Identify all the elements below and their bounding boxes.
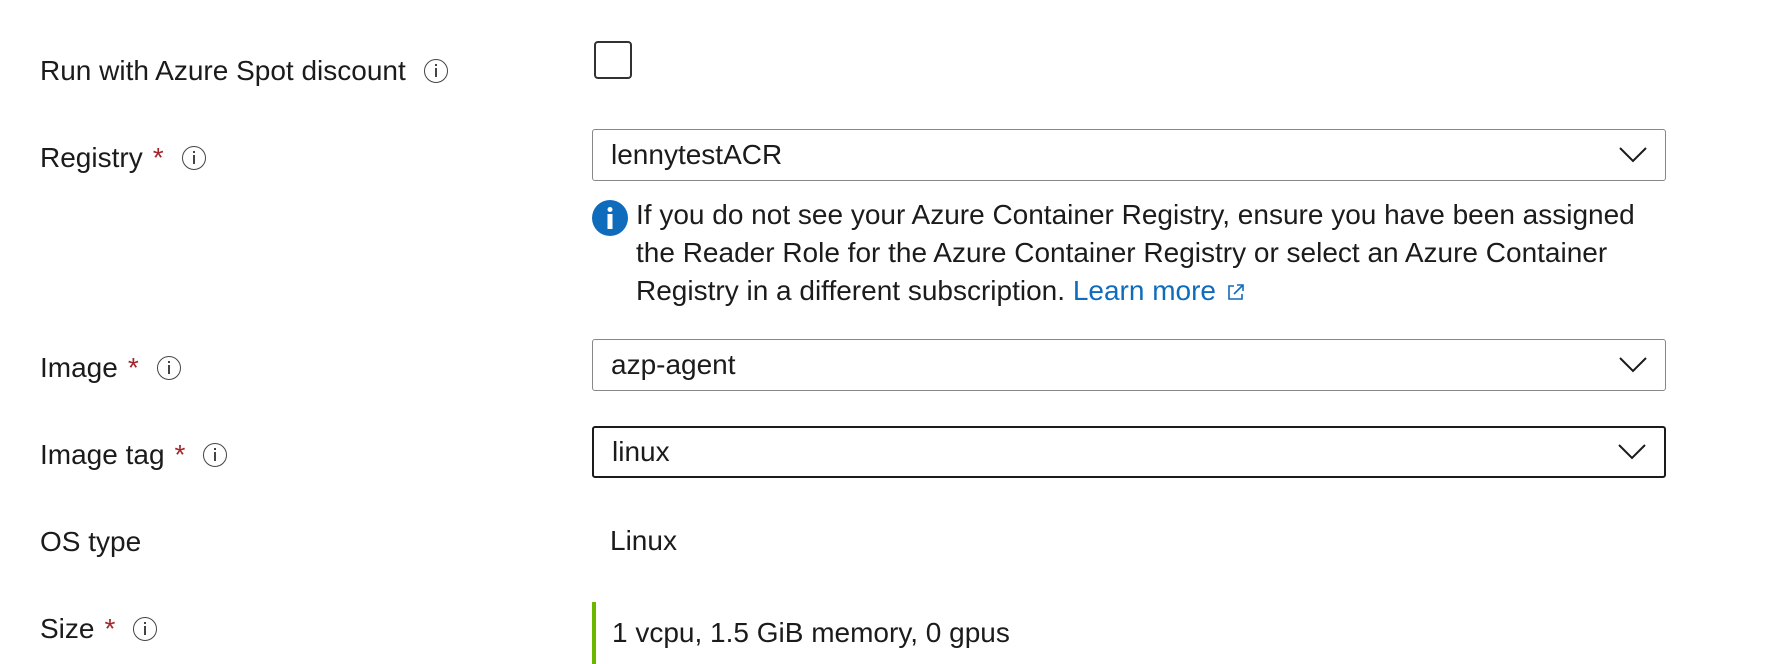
learn-more-link[interactable]: Learn more bbox=[1073, 275, 1246, 306]
image-dropdown-value: azp-agent bbox=[611, 349, 736, 380]
required-marker: * bbox=[152, 142, 164, 173]
info-filled-icon bbox=[592, 200, 628, 236]
chevron-down-icon bbox=[1619, 357, 1647, 373]
info-icon[interactable] bbox=[156, 356, 181, 380]
container-settings-form: Run with Azure Spot discount Registry * … bbox=[0, 0, 1766, 664]
registry-label: Registry * bbox=[40, 141, 206, 175]
learn-more-link-text: Learn more bbox=[1072, 275, 1216, 306]
image-tag-dropdown-value: linux bbox=[612, 436, 670, 467]
registry-notice: If you do not see your Azure Container R… bbox=[592, 196, 1672, 310]
image-tag-dropdown[interactable]: linux bbox=[592, 426, 1666, 478]
size-selection[interactable]: 1 vcpu, 1.5 GiB memory, 0 gpus bbox=[592, 602, 1010, 664]
registry-dropdown-value: lennytestACR bbox=[611, 139, 783, 170]
spot-discount-checkbox[interactable] bbox=[594, 41, 632, 79]
info-icon[interactable] bbox=[133, 617, 158, 641]
info-icon[interactable] bbox=[203, 443, 228, 467]
info-icon[interactable] bbox=[181, 146, 206, 170]
size-label: Size * bbox=[40, 612, 158, 646]
info-icon[interactable] bbox=[423, 59, 448, 83]
os-type-value: Linux bbox=[610, 525, 677, 556]
size-value: 1 vcpu, 1.5 GiB memory, 0 gpus bbox=[612, 617, 1010, 648]
required-marker: * bbox=[174, 439, 186, 470]
chevron-down-icon bbox=[1618, 444, 1646, 460]
os-type-label-text: OS type bbox=[40, 526, 142, 557]
image-tag-label-text: Image tag bbox=[40, 439, 165, 470]
spot-discount-label: Run with Azure Spot discount bbox=[40, 54, 448, 88]
image-dropdown[interactable]: azp-agent bbox=[592, 339, 1666, 391]
image-label: Image * bbox=[40, 351, 181, 385]
registry-label-text: Registry bbox=[40, 142, 143, 173]
os-type-label: OS type bbox=[40, 525, 141, 559]
image-tag-label: Image tag * bbox=[40, 438, 228, 472]
external-link-icon bbox=[1228, 284, 1244, 300]
required-marker: * bbox=[127, 352, 139, 383]
spot-discount-label-text: Run with Azure Spot discount bbox=[40, 55, 406, 86]
size-label-text: Size bbox=[40, 613, 95, 644]
image-label-text: Image bbox=[40, 352, 118, 383]
chevron-down-icon bbox=[1619, 147, 1647, 163]
registry-dropdown[interactable]: lennytestACR bbox=[592, 129, 1666, 181]
required-marker: * bbox=[104, 613, 116, 644]
